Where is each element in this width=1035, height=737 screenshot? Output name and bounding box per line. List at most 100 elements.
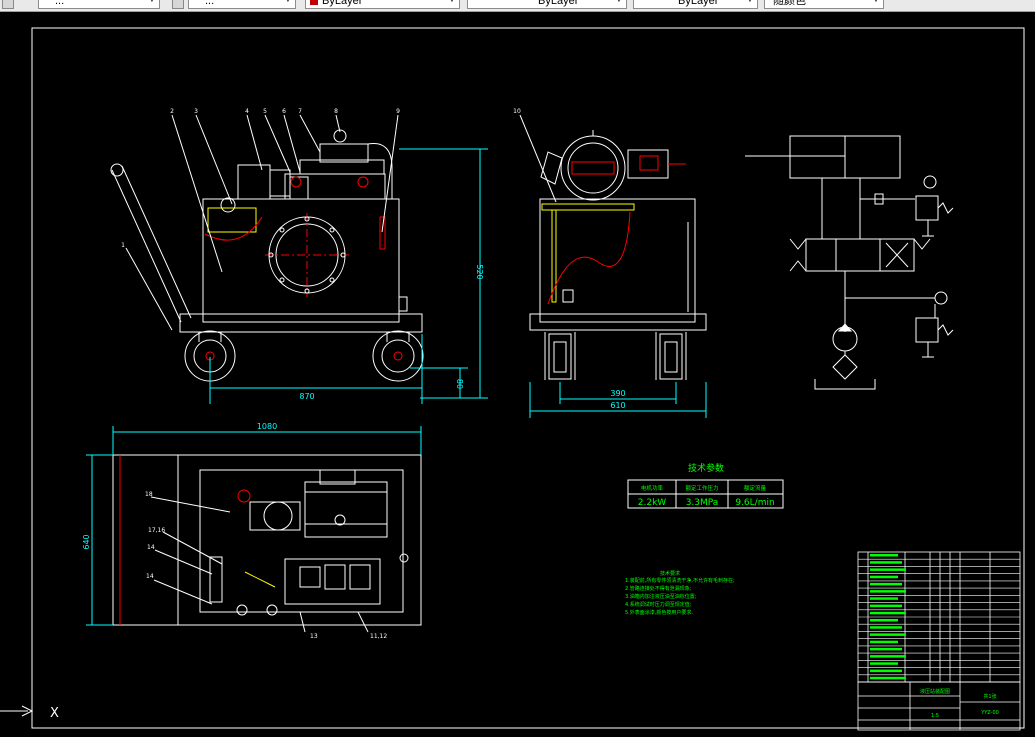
balloon-14b: 14 xyxy=(146,573,154,580)
wheel-right xyxy=(372,330,424,382)
pressure-gauge-bottom-icon xyxy=(934,291,948,305)
bom-text-mark xyxy=(870,640,898,644)
spec-value-flow: 9.6L/min xyxy=(735,498,774,508)
tech-req-line-4: 4.系统调试时压力调至规定值; xyxy=(625,601,692,608)
bom-text-mark xyxy=(870,604,902,608)
chevron-down-icon: ▼ xyxy=(283,0,293,7)
balloon-18: 18 xyxy=(145,491,153,498)
top-frame xyxy=(112,454,422,626)
lineweight-value: ByLayer xyxy=(678,0,719,7)
balloon-3: 3 xyxy=(194,108,198,115)
title-block-scale: 1:5 xyxy=(931,713,939,719)
base-frame xyxy=(179,313,423,333)
tech-req-title: 技术要求 xyxy=(660,570,680,577)
spec-header-power: 电机功率 xyxy=(641,484,664,492)
spec-table-title: 技术参数 xyxy=(688,462,724,474)
plotstyle-dropdown[interactable]: 随颜色 ▼ xyxy=(764,0,884,9)
top-view: 1080 640 18 17,16 14 14 13 11,12 xyxy=(82,422,422,640)
spec-value-pressure: 3.3MPa xyxy=(686,498,719,508)
dim-width-text: 870 xyxy=(299,392,314,401)
balloon-1: 1 xyxy=(121,242,125,249)
balloon-11-12: 11,12 xyxy=(370,633,387,640)
top-tank xyxy=(199,469,404,613)
ucs-icon: X xyxy=(0,705,59,721)
title-block-name: 液压站装配图 xyxy=(920,688,950,695)
front-view: 870 520 80 1 2 3 4 5 6 7 8 9 xyxy=(110,108,488,404)
drawing-border xyxy=(31,27,1025,729)
spec-header-flow: 额定流量 xyxy=(744,484,767,492)
balloon-10: 10 xyxy=(513,108,521,115)
ucs-x-label: X xyxy=(50,706,59,721)
color-dropdown[interactable]: ByLayer ▼ xyxy=(305,0,460,9)
properties-toolbar: ... ▼ ... ▼ ByLayer ▼ ByLayer ▼ ByLayer … xyxy=(0,0,1035,12)
linetype-dropdown[interactable]: ByLayer ▼ xyxy=(467,0,627,9)
spec-value-power: 2.2kW xyxy=(638,498,667,508)
relief-valve-bottom xyxy=(915,317,939,343)
top-pump xyxy=(263,501,293,531)
workspace-dropdown[interactable]: ... ▼ xyxy=(38,0,160,9)
side-valve xyxy=(627,149,669,179)
balloon-7: 7 xyxy=(298,108,302,115)
color-swatch-icon xyxy=(310,0,318,5)
tech-req-line-2: 2.管路连接处不得有泄漏现象; xyxy=(625,585,692,592)
balloon-14a: 14 xyxy=(147,544,155,551)
chevron-down-icon: ▼ xyxy=(147,0,157,7)
pressure-gauge-top-icon xyxy=(923,175,937,189)
dim-length-text: 1080 xyxy=(257,422,277,431)
filter-symbol xyxy=(832,354,858,380)
bom-text-mark xyxy=(870,590,906,593)
directional-valve xyxy=(805,238,915,272)
chevron-down-icon: ▼ xyxy=(447,0,457,7)
balloon-6: 6 xyxy=(282,108,286,115)
top-valve-block xyxy=(284,558,381,605)
handle-grip xyxy=(110,163,124,177)
side-view: 390 610 10 xyxy=(513,108,707,418)
tech-requirements: 技术要求 1.装配前,所有零件须清洗干净,不允许有毛刺存在; 2.管路连接处不得… xyxy=(625,570,735,616)
workspace-icon[interactable] xyxy=(2,0,14,9)
layer-value: ... xyxy=(205,0,215,7)
side-tank xyxy=(539,198,696,323)
chevron-down-icon: ▼ xyxy=(745,0,755,7)
spec-header-pressure: 额定工作压力 xyxy=(685,484,718,492)
side-pipe xyxy=(541,203,635,211)
side-motor xyxy=(560,135,626,201)
balloon-13: 13 xyxy=(310,633,318,640)
bom-text-mark xyxy=(870,655,906,658)
balloon-2: 2 xyxy=(170,108,174,115)
bom-text-mark xyxy=(870,597,898,600)
lineweight-dropdown[interactable]: ByLayer ▼ xyxy=(633,0,758,9)
balloon-9: 9 xyxy=(396,108,400,115)
dim-inner-text: 390 xyxy=(610,389,625,398)
plotstyle-value: 随颜色 xyxy=(773,0,806,7)
bom-text-mark xyxy=(870,669,902,673)
bom-text-mark xyxy=(870,554,898,557)
bom-text-mark xyxy=(870,611,906,615)
bom-text-mark xyxy=(870,568,906,571)
linetype-value: ByLayer xyxy=(538,0,579,7)
bom-text-mark xyxy=(870,626,902,629)
relief-valve-top xyxy=(915,195,939,221)
tech-req-line-1: 1.装配前,所有零件须清洗干净,不允许有毛刺存在; xyxy=(625,577,735,584)
balloon-17-16: 17,16 xyxy=(148,527,165,534)
tech-req-line-3: 3.油箱内加注液压油至油标位置; xyxy=(625,593,697,600)
title-block-number: YYZ-00 xyxy=(980,710,999,716)
bom-text-mark xyxy=(870,561,902,564)
workspace-value: ... xyxy=(55,0,65,7)
chevron-down-icon: ▼ xyxy=(614,0,624,7)
balloon-8: 8 xyxy=(334,108,338,115)
tech-req-line-5: 5.外表面涂漆,颜色按用户要求. xyxy=(625,609,693,616)
layer-dropdown[interactable]: ... ▼ xyxy=(188,0,296,9)
dim-base-text: 80 xyxy=(455,379,464,389)
bom-text-mark xyxy=(870,662,898,665)
dim-outer-text: 610 xyxy=(610,401,625,410)
dim-top-width-text: 640 xyxy=(82,534,91,549)
bom-text-mark xyxy=(870,619,898,622)
bom-text-mark xyxy=(870,582,902,586)
bom-text-mark xyxy=(870,676,906,680)
layer-manager-icon[interactable] xyxy=(172,0,184,9)
bom-text-mark xyxy=(870,633,906,636)
chevron-down-icon: ▼ xyxy=(871,0,881,7)
title-block-sheet: 共1张 xyxy=(983,693,996,700)
bom-text-mark xyxy=(870,647,902,651)
drawing-canvas[interactable]: 870 520 80 1 2 3 4 5 6 7 8 9 390 610 10 … xyxy=(0,12,1035,737)
